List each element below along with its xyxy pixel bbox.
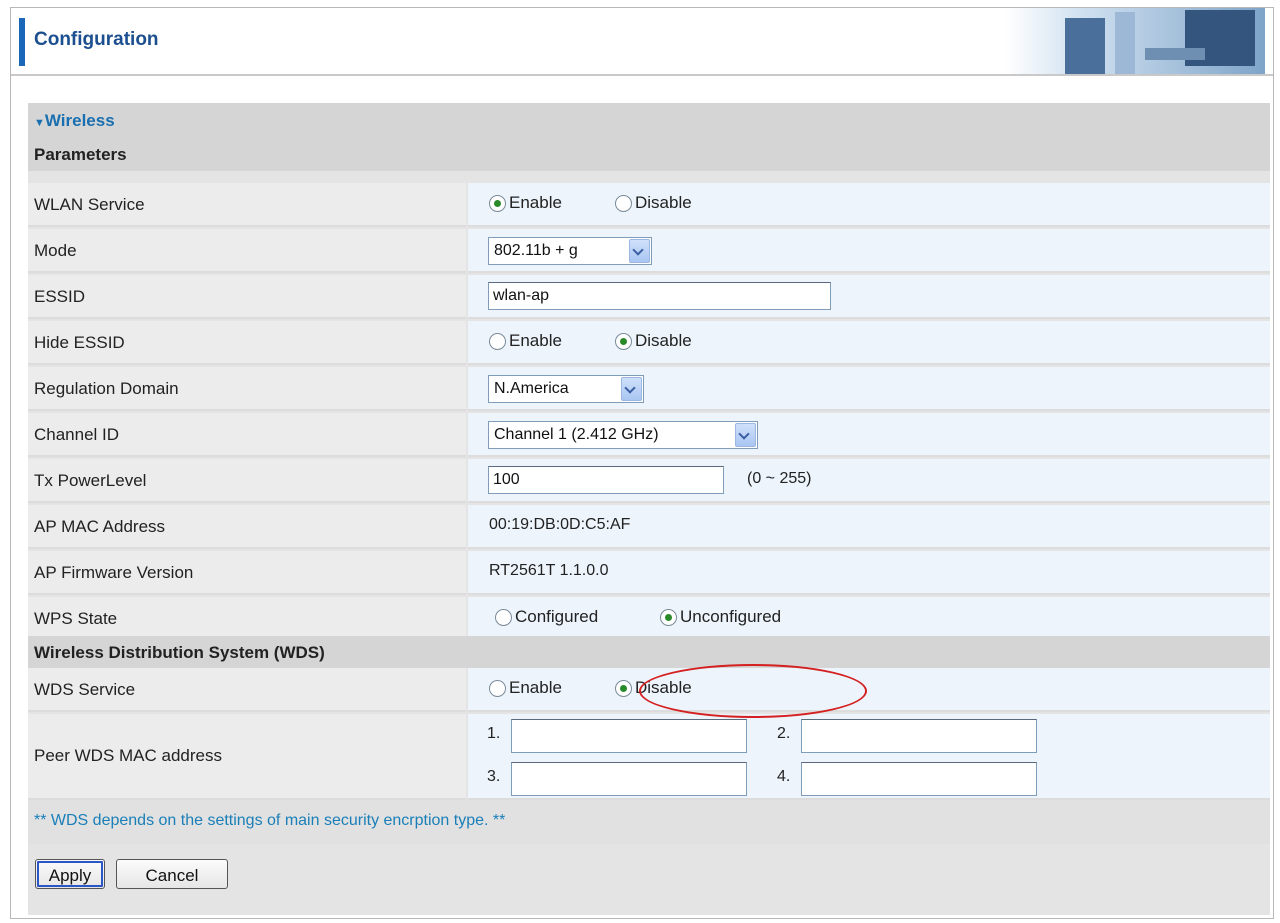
hide-essid-label: Hide ESSID — [34, 333, 125, 352]
mode-select[interactable]: 802.11b + g — [488, 237, 652, 265]
cancel-button[interactable]: Cancel — [116, 859, 228, 889]
peer-mac-input-3[interactable] — [511, 762, 747, 796]
highlight-annotation-oval — [639, 664, 867, 718]
wds-service-disable-radio[interactable] — [615, 680, 632, 697]
channel-id-row: Channel ID Channel 1 (2.412 GHz) — [28, 413, 1270, 457]
hide-essid-row: Hide ESSID Enable Disable — [28, 321, 1270, 365]
hide-essid-enable-label: Enable — [509, 331, 562, 350]
wlan-service-disable-radio[interactable] — [615, 195, 632, 212]
regulation-domain-select[interactable]: N.America — [488, 375, 644, 403]
ap-firmware-row: AP Firmware Version RT2561T 1.1.0.0 — [28, 551, 1270, 595]
hide-essid-disable-radio[interactable] — [615, 333, 632, 350]
page-header: Configuration — [11, 8, 1273, 76]
wps-state-label: WPS State — [34, 609, 118, 628]
mode-row: Mode 802.11b + g — [28, 229, 1270, 273]
wireless-panel: ▼Wireless Parameters WLAN Service Enable… — [28, 103, 1270, 915]
hide-essid-enable-radio[interactable] — [489, 333, 506, 350]
hide-essid-disable-label: Disable — [635, 331, 692, 350]
peer-mac-input-4[interactable] — [801, 762, 1037, 796]
peer-mac-index-4: 4. — [777, 768, 791, 785]
wds-note-text: ** WDS depends on the settings of main s… — [34, 812, 506, 829]
wps-configured-radio[interactable] — [495, 609, 512, 626]
essid-input[interactable]: wlan-ap — [488, 282, 831, 310]
page-frame: Configuration ▼Wireless Parameters WLAN … — [10, 7, 1274, 919]
tx-power-row: Tx PowerLevel 100 (0 ~ 255) — [28, 459, 1270, 503]
action-button-row: Apply Cancel — [28, 844, 1270, 906]
ap-mac-value: 00:19:DB:0D:C5:AF — [489, 516, 631, 533]
channel-id-label: Channel ID — [34, 425, 120, 444]
wlan-service-row: WLAN Service Enable Disable — [28, 183, 1270, 227]
wps-unconfigured-label: Unconfigured — [680, 607, 782, 626]
essid-row: ESSID wlan-ap — [28, 275, 1270, 319]
ap-mac-label: AP MAC Address — [34, 517, 166, 536]
parameters-header: Parameters — [28, 137, 1270, 171]
peer-wds-label: Peer WDS MAC address — [34, 746, 222, 765]
wlan-service-enable-label: Enable — [509, 193, 562, 212]
peer-mac-index-2: 2. — [777, 725, 791, 742]
peer-mac-input-1[interactable] — [511, 719, 747, 753]
header-accent-bar — [19, 18, 25, 66]
tx-power-value: 100 — [493, 471, 520, 488]
tx-power-input[interactable]: 100 — [488, 466, 724, 494]
wds-service-enable-label: Enable — [509, 678, 562, 697]
regulation-domain-row: Regulation Domain N.America — [28, 367, 1270, 411]
collapse-triangle-icon: ▼ — [34, 117, 45, 129]
parameters-title: Parameters — [34, 145, 127, 164]
ap-firmware-value: RT2561T 1.1.0.0 — [489, 562, 609, 579]
wds-note-row: ** WDS depends on the settings of main s… — [28, 800, 1270, 844]
regulation-domain-label: Regulation Domain — [34, 379, 179, 398]
ap-firmware-label: AP Firmware Version — [34, 563, 194, 582]
wlan-service-enable-radio[interactable] — [489, 195, 506, 212]
wireless-section-title: Wireless — [44, 111, 115, 130]
wds-service-enable-radio[interactable] — [489, 680, 506, 697]
wds-service-label: WDS Service — [34, 680, 136, 699]
essid-input-value: wlan-ap — [493, 287, 550, 304]
wds-section-title: Wireless Distribution System (WDS) — [34, 643, 325, 662]
channel-id-select[interactable]: Channel 1 (2.412 GHz) — [488, 421, 758, 449]
mode-label: Mode — [34, 241, 77, 260]
wps-unconfigured-radio[interactable] — [660, 609, 677, 626]
ap-mac-row: AP MAC Address 00:19:DB:0D:C5:AF — [28, 505, 1270, 549]
apply-button[interactable]: Apply — [35, 859, 105, 889]
wlan-service-disable-label: Disable — [635, 193, 692, 212]
tx-power-range-hint: (0 ~ 255) — [747, 470, 812, 487]
mode-select-value: 802.11b + g — [494, 242, 578, 259]
wds-section-header: Wireless Distribution System (WDS) — [28, 636, 1270, 668]
chevron-down-icon[interactable] — [621, 377, 642, 401]
header-office-banner-image — [1005, 8, 1265, 74]
tx-power-label: Tx PowerLevel — [34, 471, 147, 490]
page-title: Configuration — [34, 29, 159, 50]
peer-mac-input-2[interactable] — [801, 719, 1037, 753]
chevron-down-icon[interactable] — [735, 423, 756, 447]
essid-label: ESSID — [34, 287, 86, 306]
peer-mac-index-1: 1. — [487, 725, 501, 742]
wps-state-row: WPS State Configured Unconfigured — [28, 597, 1270, 641]
peer-mac-index-3: 3. — [487, 768, 501, 785]
wlan-service-label: WLAN Service — [34, 195, 145, 214]
channel-id-value: Channel 1 (2.412 GHz) — [494, 426, 659, 443]
peer-wds-row: Peer WDS MAC address 1. 2. 3. 4. — [28, 714, 1270, 800]
regulation-domain-value: N.America — [494, 380, 569, 397]
wireless-section-header[interactable]: ▼Wireless — [28, 103, 1270, 137]
wps-configured-label: Configured — [515, 607, 599, 626]
chevron-down-icon[interactable] — [629, 239, 650, 263]
